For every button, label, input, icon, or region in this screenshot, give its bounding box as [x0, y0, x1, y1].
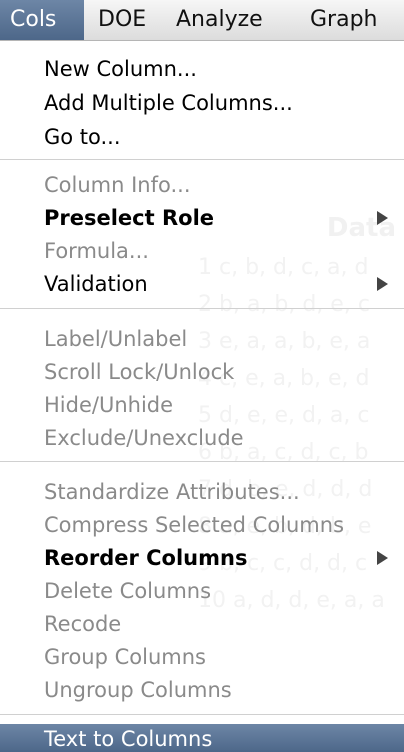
menu-item-scroll-lock-unlock: Scroll Lock/Unlock [0, 355, 404, 389]
menu-item-hide-unhide: Hide/Unhide [0, 388, 404, 422]
menu-item-label: Delete Columns [44, 579, 212, 603]
menu-item-validation[interactable]: Validation [0, 267, 404, 301]
menu-bar: Cols DOE Analyze Graph [0, 0, 404, 41]
menu-item-label: Group Columns [44, 645, 206, 669]
menu-item-label: Text to Columns [44, 727, 213, 751]
menu-item-label: Hide/Unhide [44, 393, 174, 417]
cols-dropdown-menu: Data 1 c, b, d, c, a, d 2 b, a, b, d, e,… [0, 41, 404, 752]
menu-separator [0, 308, 404, 309]
menu-item-label: Compress Selected Columns [44, 513, 345, 537]
menu-item-label-unlabel: Label/Unlabel [0, 322, 404, 356]
menu-item-label: Validation [44, 272, 148, 296]
menu-item-group-columns: Group Columns [0, 640, 404, 674]
menu-item-label: Add Multiple Columns... [44, 91, 293, 115]
menu-item-ungroup-columns: Ungroup Columns [0, 673, 404, 707]
menu-separator [0, 461, 404, 462]
menu-item-reorder-columns[interactable]: Reorder Columns [0, 541, 404, 575]
menu-analyze[interactable]: Analyze [176, 0, 286, 40]
menu-item-label: Formula... [44, 239, 149, 263]
menu-cols[interactable]: Cols [0, 0, 84, 40]
menu-item-label: Go to... [44, 125, 121, 149]
menu-item-preselect-role[interactable]: Preselect Role [0, 201, 404, 235]
submenu-arrow-icon [377, 551, 388, 565]
menu-doe[interactable]: DOE [98, 0, 168, 40]
menu-item-label: Scroll Lock/Unlock [44, 360, 235, 384]
menu-item-label: Ungroup Columns [44, 678, 232, 702]
menu-item-column-info: Column Info... [0, 168, 404, 202]
menu-item-new-column[interactable]: New Column... [0, 52, 404, 86]
menu-item-standardize-attributes: Standardize Attributes... [0, 475, 404, 509]
menu-item-recode: Recode [0, 607, 404, 641]
menu-item-label: New Column... [44, 57, 197, 81]
menu-item-label: Standardize Attributes... [44, 480, 300, 504]
menu-item-formula: Formula... [0, 234, 404, 268]
menu-item-add-multiple-columns[interactable]: Add Multiple Columns... [0, 86, 404, 120]
submenu-arrow-icon [377, 277, 388, 291]
submenu-arrow-icon [377, 211, 388, 225]
menu-graph[interactable]: Graph [310, 0, 400, 40]
menu-separator [0, 714, 404, 715]
menu-item-label: Reorder Columns [44, 546, 248, 570]
menu-item-compress-selected-columns: Compress Selected Columns [0, 508, 404, 542]
menu-item-go-to[interactable]: Go to... [0, 120, 404, 154]
menu-item-label: Label/Unlabel [44, 327, 188, 351]
menu-item-exclude-unexclude: Exclude/Unexclude [0, 421, 404, 455]
menu-item-label: Preselect Role [44, 206, 215, 230]
menu-separator [0, 159, 404, 160]
menu-item-label: Recode [44, 612, 122, 636]
menu-item-label: Exclude/Unexclude [44, 426, 244, 450]
menu-item-text-to-columns[interactable]: Text to Columns [0, 724, 404, 752]
menu-item-label: Column Info... [44, 173, 191, 197]
menu-item-delete-columns: Delete Columns [0, 574, 404, 608]
